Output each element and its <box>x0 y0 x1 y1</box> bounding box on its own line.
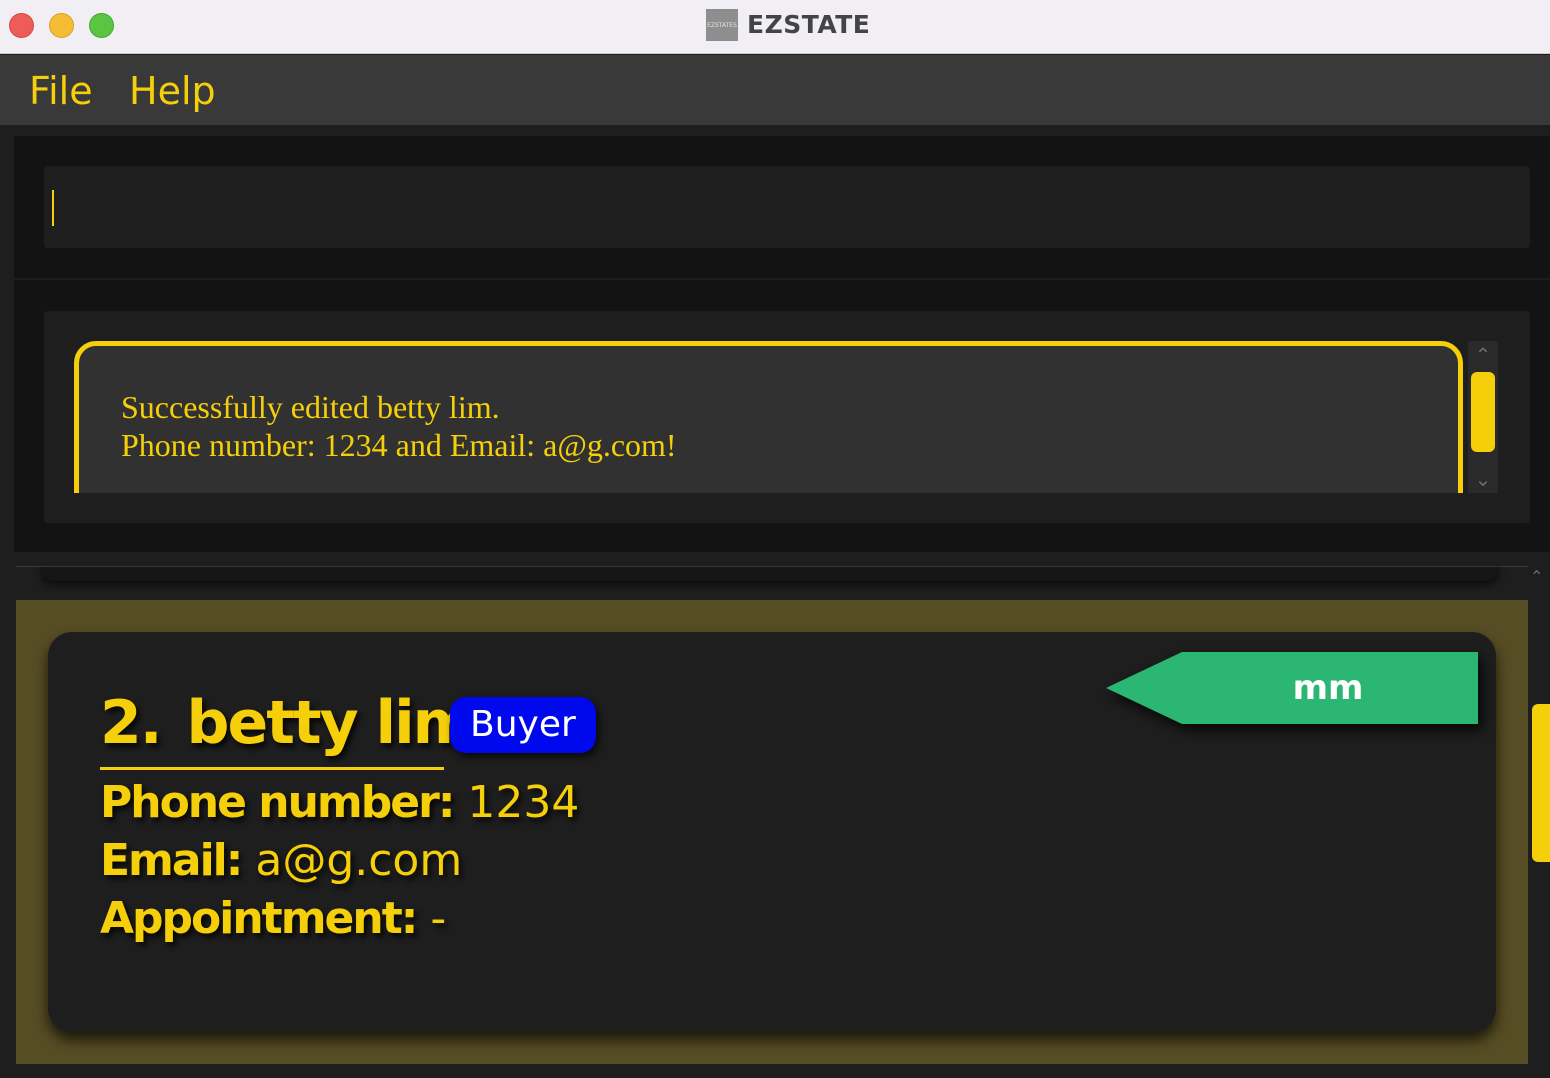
result-display-panel: Successfully edited betty lim. Phone num… <box>44 311 1530 523</box>
text-caret <box>52 190 54 226</box>
command-input[interactable] <box>44 166 1530 248</box>
person-name: betty lim <box>186 688 476 758</box>
previous-card-edge <box>40 567 1500 581</box>
chevron-down-icon[interactable]: ⌄ <box>1468 467 1498 491</box>
panel-divider <box>14 278 1550 280</box>
menu-file[interactable]: File <box>29 69 93 113</box>
appointment-value: - <box>430 893 447 944</box>
person-card[interactable]: 2. betty lim Buyer Phone number: 1234 Em… <box>48 632 1496 1032</box>
name-underline <box>100 767 444 770</box>
result-scroll-thumb[interactable] <box>1471 372 1495 452</box>
phone-row: Phone number: 1234 <box>100 777 579 828</box>
result-message: Successfully edited betty lim. Phone num… <box>121 389 677 463</box>
person-card-title: 2. betty lim <box>100 688 476 758</box>
role-badge: Buyer <box>450 697 596 753</box>
window-title: EZSTATE <box>747 10 871 39</box>
person-index: 2. <box>100 688 163 758</box>
list-chevron-up-icon[interactable]: ⌃ <box>1530 567 1550 587</box>
zoom-window-button[interactable] <box>89 13 114 38</box>
phone-value: 1234 <box>467 777 580 828</box>
list-scroll-thumb[interactable] <box>1532 704 1550 862</box>
appointment-label: Appointment: <box>100 893 418 944</box>
result-display-box: Successfully edited betty lim. Phone num… <box>74 341 1463 493</box>
title-bar: EZSTATES EZSTATE <box>0 0 1550 54</box>
app-icon: EZSTATES <box>706 9 738 41</box>
email-row: Email: a@g.com <box>100 835 462 886</box>
appointment-row: Appointment: - <box>100 893 446 944</box>
command-panel: Successfully edited betty lim. Phone num… <box>14 136 1550 552</box>
result-display-viewport: Successfully edited betty lim. Phone num… <box>74 341 1467 493</box>
menu-bar: File Help <box>0 55 1550 125</box>
menu-help[interactable]: Help <box>129 69 216 113</box>
email-label: Email: <box>100 835 243 886</box>
person-list: 2. betty lim Buyer Phone number: 1234 Em… <box>0 553 1550 1078</box>
tag-label: mm <box>1292 668 1364 708</box>
phone-label: Phone number: <box>100 777 455 828</box>
close-window-button[interactable] <box>9 13 34 38</box>
result-scrollbar[interactable]: ⌃ ⌄ <box>1468 341 1498 493</box>
chevron-up-icon[interactable]: ⌃ <box>1468 343 1498 367</box>
list-item[interactable]: 2. betty lim Buyer Phone number: 1234 Em… <box>16 600 1528 1064</box>
email-value: a@g.com <box>255 835 463 886</box>
command-box <box>44 166 1530 248</box>
minimize-window-button[interactable] <box>49 13 74 38</box>
